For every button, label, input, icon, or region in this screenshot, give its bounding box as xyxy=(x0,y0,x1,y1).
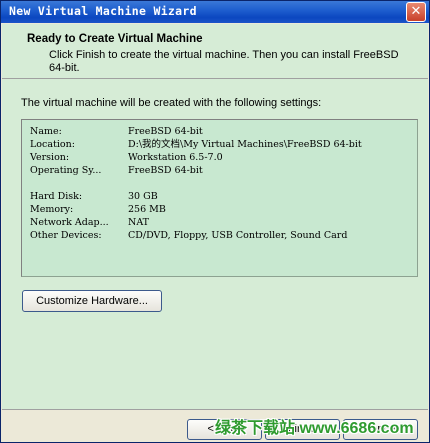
close-icon[interactable]: ✕ xyxy=(406,2,426,22)
setting-row-hard-disk: Hard Disk: 30 GB xyxy=(30,190,417,203)
setting-key: Operating Sy... xyxy=(30,165,102,176)
header-subtitle: Click Finish to create the virtual machi… xyxy=(49,49,399,74)
setting-value: Workstation 6.5-7.0 xyxy=(128,152,223,163)
setting-key: Name: xyxy=(30,126,62,137)
settings-gap xyxy=(30,177,417,190)
setting-key: Hard Disk: xyxy=(30,191,83,202)
wizard-body: The virtual machine will be created with… xyxy=(2,79,428,409)
wizard-header: Ready to Create Virtual Machine Click Fi… xyxy=(2,24,428,78)
setting-value: NAT xyxy=(128,217,149,228)
watermark-text: 绿茶下载站 www.6686.com xyxy=(215,420,414,437)
setting-row-version: Version: Workstation 6.5-7.0 xyxy=(30,151,417,164)
setting-value: 30 GB xyxy=(128,191,158,202)
setting-row-network: Network Adap... NAT xyxy=(30,216,417,229)
setting-key: Location: xyxy=(30,139,75,150)
setting-value: 256 MB xyxy=(128,204,166,215)
settings-intro: The virtual machine will be created with… xyxy=(21,97,322,109)
setting-row-other-devices: Other Devices: CD/DVD, Floppy, USB Contro… xyxy=(30,229,417,242)
setting-row-location: Location: D:\我的文档\My Virtual Machines\Fre… xyxy=(30,138,417,151)
setting-row-os: Operating Sy... FreeBSD 64-bit xyxy=(30,164,417,177)
setting-value: CD/DVD, Floppy, USB Controller, Sound Ca… xyxy=(128,230,348,241)
header-title: Ready to Create Virtual Machine xyxy=(27,33,203,45)
setting-row-memory: Memory: 256 MB xyxy=(30,203,417,216)
wizard-window: New Virtual Machine Wizard ✕ Ready to Cr… xyxy=(0,0,430,443)
setting-key: Version: xyxy=(30,152,70,163)
setting-key: Memory: xyxy=(30,204,74,215)
setting-value: FreeBSD 64-bit xyxy=(128,165,203,176)
customize-hardware-button[interactable]: Customize Hardware... xyxy=(22,290,162,312)
setting-key: Other Devices: xyxy=(30,230,102,241)
setting-key: Network Adap... xyxy=(30,217,109,228)
setting-value: FreeBSD 64-bit xyxy=(128,126,203,137)
setting-value: D:\我的文档\My Virtual Machines\FreeBSD 64-b… xyxy=(128,139,362,150)
settings-summary: Name: FreeBSD 64-bit Location: D:\我的文档\My … xyxy=(21,119,418,277)
setting-row-name: Name: FreeBSD 64-bit xyxy=(30,125,417,138)
title-bar[interactable]: New Virtual Machine Wizard ✕ xyxy=(1,1,429,23)
window-title: New Virtual Machine Wizard xyxy=(9,4,197,18)
